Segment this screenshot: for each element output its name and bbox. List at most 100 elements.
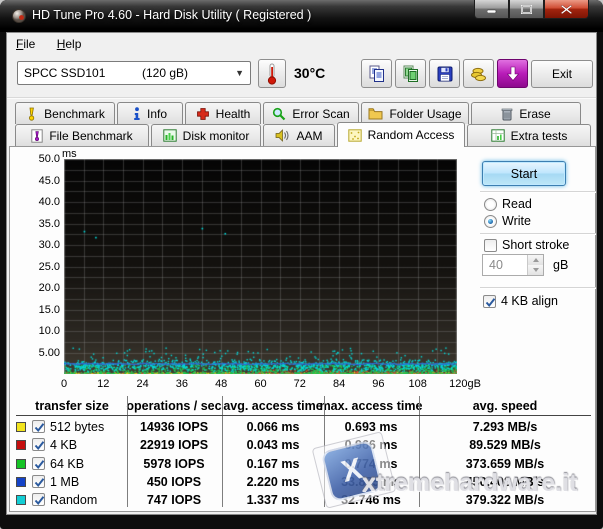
drive-selector[interactable]: SPCC SSD101 (120 gB) ▼ — [17, 61, 251, 85]
triangle-up-icon — [533, 258, 539, 262]
series-checkbox[interactable] — [32, 493, 45, 506]
update-button[interactable] — [497, 59, 528, 88]
temperature-value: 30°C — [294, 65, 325, 81]
y-tick-label: 20.0 — [12, 282, 60, 294]
tab-label: Health — [216, 107, 251, 121]
x-tick-label: 84 — [333, 378, 345, 390]
write-radio[interactable] — [484, 215, 497, 228]
short-stroke-checkbox[interactable] — [484, 239, 497, 252]
copy-image-icon — [402, 65, 420, 83]
separator — [480, 191, 596, 193]
cell-avg: 0.167 ms — [247, 457, 300, 471]
tab-aam[interactable]: AAM — [263, 124, 335, 146]
y-tick-label: 10.0 — [12, 325, 60, 337]
x-tick-label: 48 — [215, 378, 227, 390]
stroke-size-stepper[interactable]: 40 — [482, 254, 544, 276]
aam-icon — [275, 129, 290, 142]
cell-max: 0.966 ms — [345, 438, 398, 452]
separator — [480, 233, 596, 235]
tab-disk-monitor[interactable]: Disk monitor — [151, 124, 261, 146]
disk-monitor-icon — [163, 129, 177, 142]
cell-max: 0.693 ms — [345, 420, 398, 434]
table-row: 512 bytes14936 IOPS0.066 ms0.693 ms7.293… — [10, 418, 597, 436]
tab-label: Erase — [519, 107, 550, 121]
table-header: transfer size — [35, 399, 109, 413]
stroke-unit-label: gB — [553, 258, 568, 272]
cell-ops: 747 IOPS — [147, 493, 201, 507]
tab-label: Random Access — [368, 128, 455, 142]
close-button[interactable] — [544, 0, 589, 19]
triangle-down-icon — [533, 268, 539, 272]
title-bar[interactable]: HD Tune Pro 4.60 - Hard Disk Utility ( R… — [0, 0, 603, 32]
maximize-button[interactable] — [509, 0, 544, 19]
save-icon — [436, 65, 454, 83]
tab-file-benchmark[interactable]: File Benchmark — [15, 124, 149, 146]
tab-label: Disk monitor — [183, 129, 250, 143]
app-icon — [11, 8, 27, 24]
tab-benchmark[interactable]: Benchmark — [15, 102, 115, 124]
series-checkbox[interactable] — [32, 457, 45, 470]
series-checkbox[interactable] — [32, 475, 45, 488]
write-option[interactable]: Write — [484, 214, 531, 228]
table-header: avg. speed — [473, 399, 538, 413]
stepper-down-button[interactable] — [528, 265, 543, 275]
x-tick-label: 60 — [254, 378, 266, 390]
folder-usage-icon — [368, 107, 383, 120]
exit-label: Exit — [552, 67, 572, 81]
table-row: 64 KB5978 IOPS0.167 ms0.774 ms373.659 MB… — [10, 455, 597, 473]
cell-max: 33.875 ms — [341, 475, 401, 489]
menu-bar: File Help — [7, 33, 596, 55]
cell-speed: 373.659 MB/s — [466, 457, 545, 471]
chevron-down-icon: ▼ — [235, 68, 244, 78]
tab-error-scan[interactable]: Error Scan — [263, 102, 359, 124]
window-title: HD Tune Pro 4.60 - Hard Disk Utility ( R… — [32, 8, 311, 22]
y-tick-label: 40.0 — [12, 196, 60, 208]
table-header: operations / sec — [126, 399, 221, 413]
erase-icon — [501, 107, 513, 121]
x-tick-label: 96 — [372, 378, 384, 390]
x-tick-label: 72 — [294, 378, 306, 390]
tab-extra-tests[interactable]: Extra tests — [467, 124, 591, 146]
y-tick-label: 15.0 — [12, 304, 60, 316]
align-option[interactable]: 4 KB align — [483, 294, 558, 308]
series-checkbox[interactable] — [32, 420, 45, 433]
save-button[interactable] — [429, 59, 460, 88]
stroke-size-value: 40 — [483, 255, 527, 275]
tab-label: Info — [147, 107, 167, 121]
tab-info[interactable]: Info — [117, 102, 183, 124]
tab-erase[interactable]: Erase — [471, 102, 581, 124]
start-button[interactable]: Start — [482, 161, 566, 186]
donate-button[interactable] — [463, 59, 494, 88]
series-checkbox[interactable] — [32, 438, 45, 451]
copy-text-button[interactable] — [361, 59, 392, 88]
temperature-button[interactable] — [258, 59, 286, 88]
x-tick-label: 0 — [61, 378, 67, 390]
extra-tests-icon — [491, 129, 505, 142]
copy-image-button[interactable] — [395, 59, 426, 88]
cell-speed: 7.293 MB/s — [473, 420, 538, 434]
minimize-button[interactable] — [474, 0, 509, 19]
tab-label: Extra tests — [511, 129, 568, 143]
align-checkbox[interactable] — [483, 295, 496, 308]
client-area: File Help SPCC SSD101 (120 gB) ▼ 30°C — [6, 32, 597, 515]
exit-button[interactable]: Exit — [531, 60, 593, 88]
health-icon — [196, 107, 210, 121]
menu-file[interactable]: File — [7, 33, 44, 54]
x-tick-label: 36 — [176, 378, 188, 390]
x-tick-label: 24 — [136, 378, 148, 390]
cell-ops: 450 IOPS — [147, 475, 201, 489]
short-stroke-option[interactable]: Short stroke — [484, 238, 569, 252]
tab-folder-usage[interactable]: Folder Usage — [361, 102, 469, 124]
tab-health[interactable]: Health — [185, 102, 261, 124]
separator — [480, 287, 596, 289]
tab-random-access[interactable]: Random Access — [337, 122, 465, 147]
start-label: Start — [511, 167, 537, 181]
transfer-size-label: 4 KB — [50, 438, 77, 452]
menu-help[interactable]: Help — [48, 33, 91, 54]
x-tick-label: 120gB — [449, 378, 481, 390]
stepper-up-button[interactable] — [528, 255, 543, 265]
read-option[interactable]: Read — [484, 197, 532, 211]
tab-label: Benchmark — [44, 107, 105, 121]
read-radio[interactable] — [484, 198, 497, 211]
cell-avg: 1.337 ms — [247, 493, 300, 507]
